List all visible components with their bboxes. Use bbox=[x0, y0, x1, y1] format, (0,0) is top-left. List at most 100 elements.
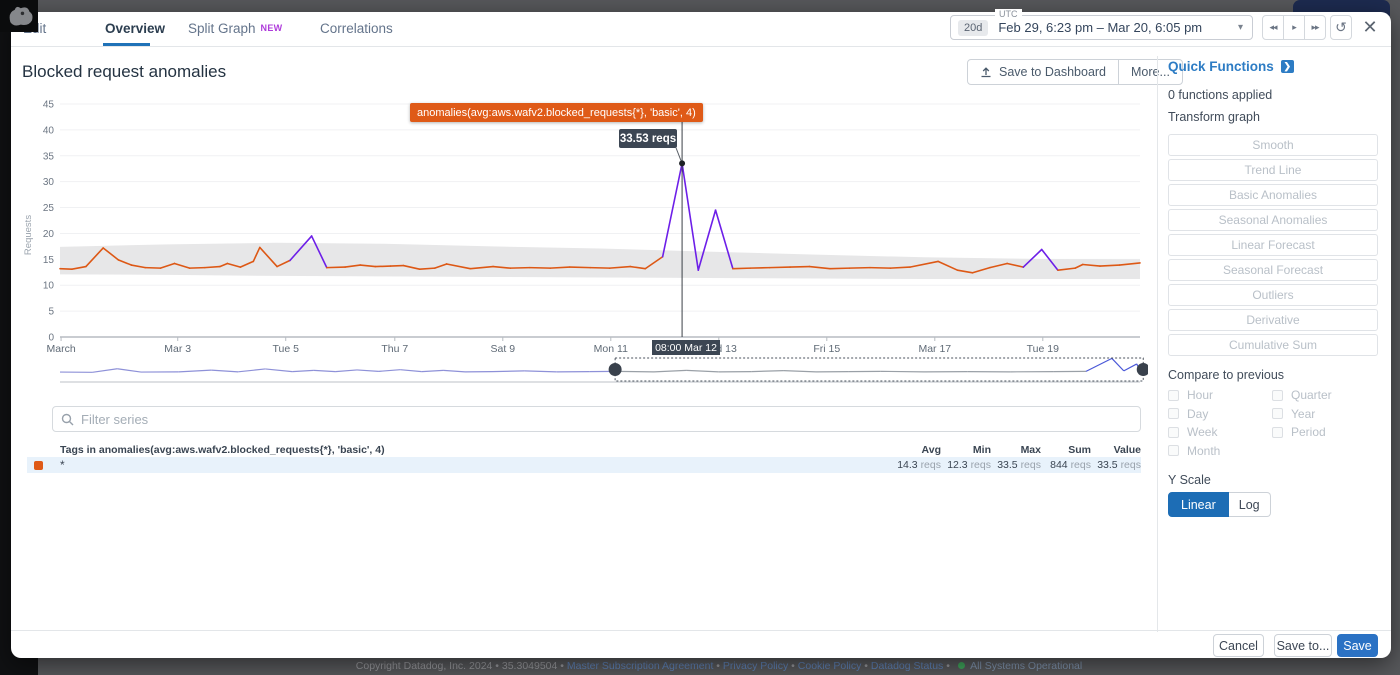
minimap-segment bbox=[524, 371, 556, 372]
checkbox-icon bbox=[1272, 427, 1283, 438]
save-to-button[interactable]: Save to... bbox=[1274, 634, 1332, 657]
app-footer: Copyright Datadog, Inc. 2024 • 35.304950… bbox=[38, 660, 1400, 672]
minimap-segment bbox=[443, 370, 465, 371]
footer-link[interactable]: Datadog Status bbox=[871, 660, 943, 672]
series-line-segment bbox=[570, 267, 591, 268]
minimap-segment bbox=[335, 370, 357, 372]
minimap-segment bbox=[400, 370, 422, 372]
series-line-segment bbox=[550, 267, 569, 268]
filter-series-input[interactable] bbox=[81, 412, 1098, 427]
time-range-badge: 20d bbox=[958, 20, 988, 36]
screen: Copyright Datadog, Inc. 2024 • 35.304950… bbox=[0, 0, 1400, 675]
column-min[interactable]: Min bbox=[941, 444, 991, 456]
transform-button-list: Smooth Trend Line Basic Anomalies Seasonal … bbox=[1168, 134, 1378, 356]
checkbox-period[interactable]: Period bbox=[1272, 425, 1326, 439]
x-tick-label: Mon 11 bbox=[594, 343, 628, 355]
tooltip-value: 33.53 reqs bbox=[619, 129, 677, 148]
time-range-selector[interactable]: UTC 20d Feb 29, 6:23 pm – Mar 20, 6:05 p… bbox=[950, 15, 1253, 40]
header-divider bbox=[11, 46, 1391, 47]
compare-checkbox-grid: Hour Day Week Month Quarter Year Period bbox=[1168, 388, 1378, 468]
checkbox-day[interactable]: Day bbox=[1168, 407, 1208, 421]
vertical-divider bbox=[1157, 56, 1158, 632]
footer-link[interactable]: Privacy Policy bbox=[723, 660, 788, 672]
time-range-text: Feb 29, 6:23 pm – Mar 20, 6:05 pm bbox=[998, 20, 1202, 35]
tab-split-graph[interactable]: Split GraphNEW bbox=[188, 21, 282, 36]
checkbox-hour[interactable]: Hour bbox=[1168, 388, 1213, 402]
column-max[interactable]: Max bbox=[991, 444, 1041, 456]
brush-handle-left[interactable] bbox=[609, 363, 622, 376]
column-value[interactable]: Value bbox=[1091, 444, 1141, 456]
tab-overview[interactable]: Overview bbox=[105, 21, 165, 36]
quick-functions-link[interactable]: Quick Functions ❯ bbox=[1168, 59, 1294, 74]
rewind-button[interactable]: ◂◂ bbox=[1262, 15, 1284, 40]
series-line-segment bbox=[510, 268, 529, 269]
checkbox-icon bbox=[1272, 390, 1283, 401]
y-tick-label: 35 bbox=[43, 151, 55, 162]
checkbox-year[interactable]: Year bbox=[1272, 407, 1315, 421]
yscale-log-button[interactable]: Log bbox=[1229, 492, 1271, 517]
series-line-segment bbox=[390, 266, 403, 267]
series-line-segment bbox=[891, 267, 910, 268]
transform-seasonal-anomalies[interactable]: Seasonal Anomalies bbox=[1168, 209, 1378, 231]
checkbox-week[interactable]: Week bbox=[1168, 425, 1217, 439]
footer-link[interactable]: Cookie Policy bbox=[798, 660, 862, 672]
footer-link[interactable]: Master Subscription Agreement bbox=[567, 660, 714, 672]
transform-outliers[interactable]: Outliers bbox=[1168, 284, 1378, 306]
column-sum[interactable]: Sum bbox=[1041, 444, 1091, 456]
y-tick-label: 5 bbox=[48, 307, 54, 318]
y-tick-label: 0 bbox=[48, 333, 54, 344]
save-button[interactable]: Save bbox=[1337, 634, 1378, 657]
brush-selection[interactable] bbox=[615, 358, 1143, 381]
minimap-segment bbox=[238, 369, 265, 372]
cursor-time-label: 08:00 Mar 12 bbox=[652, 340, 720, 355]
reset-zoom-button[interactable]: ↺ bbox=[1330, 15, 1352, 40]
save-to-dashboard-button[interactable]: Save to Dashboard bbox=[967, 59, 1119, 85]
y-tick-label: 10 bbox=[43, 281, 55, 292]
minimap-segment bbox=[422, 370, 444, 371]
yscale-linear-button[interactable]: Linear bbox=[1168, 492, 1229, 517]
open-panel-icon: ❯ bbox=[1281, 60, 1294, 73]
checkbox-icon bbox=[1168, 408, 1179, 419]
timeseries-chart[interactable]: 051015202530354045RequestsMarchMar 3Tue … bbox=[22, 95, 1148, 387]
close-icon[interactable]: ✕ bbox=[1357, 15, 1383, 40]
play-button[interactable]: ▸ bbox=[1283, 15, 1305, 40]
transform-basic-anomalies[interactable]: Basic Anomalies bbox=[1168, 184, 1378, 206]
series-line-segment bbox=[205, 267, 220, 268]
transform-seasonal-forecast[interactable]: Seasonal Forecast bbox=[1168, 259, 1378, 281]
table-tags-header: Tags in anomalies(avg:aws.wafv2.blocked_… bbox=[60, 444, 385, 456]
brush-handle-right[interactable] bbox=[1137, 363, 1148, 376]
transform-derivative[interactable]: Derivative bbox=[1168, 309, 1378, 331]
tab-correlations[interactable]: Correlations bbox=[320, 21, 393, 36]
functions-applied-text: 0 functions applied bbox=[1168, 88, 1272, 102]
series-line-segment bbox=[145, 268, 160, 269]
tooltip-query: anomalies(avg:aws.wafv2.blocked_requests… bbox=[410, 103, 703, 122]
series-line-segment bbox=[870, 268, 891, 269]
series-line-segment bbox=[790, 267, 809, 268]
transform-cumulative-sum[interactable]: Cumulative Sum bbox=[1168, 334, 1378, 356]
series-line-segment bbox=[770, 267, 791, 268]
x-tick-label: Thu 7 bbox=[381, 343, 408, 355]
minimap-segment bbox=[211, 370, 238, 372]
yscale-toggle: Linear Log bbox=[1168, 492, 1271, 517]
checkbox-quarter[interactable]: Quarter bbox=[1272, 388, 1332, 402]
transform-graph-label: Transform graph bbox=[1168, 110, 1260, 124]
forward-button[interactable]: ▸▸ bbox=[1304, 15, 1326, 40]
series-line-segment bbox=[375, 266, 390, 267]
series-line-segment bbox=[530, 268, 551, 269]
series-line-segment bbox=[830, 268, 849, 269]
cancel-button[interactable]: Cancel bbox=[1213, 634, 1264, 657]
y-axis-label: Requests bbox=[23, 215, 34, 255]
transform-smooth[interactable]: Smooth bbox=[1168, 134, 1378, 156]
checkbox-month[interactable]: Month bbox=[1168, 444, 1220, 458]
minimap-segment bbox=[751, 371, 783, 372]
transform-trend-line[interactable]: Trend Line bbox=[1168, 159, 1378, 181]
minimap-segment bbox=[179, 370, 211, 372]
table-row[interactable]: * 14.3 reqs12.3 reqs33.5 reqs844 reqs33.… bbox=[27, 457, 1141, 473]
cursor-point bbox=[679, 160, 685, 166]
chevron-down-icon: ▾ bbox=[1238, 22, 1243, 33]
checkbox-icon bbox=[1272, 408, 1283, 419]
column-avg[interactable]: Avg bbox=[891, 444, 941, 456]
minimap-segment bbox=[379, 370, 401, 372]
series-color-swatch bbox=[34, 461, 43, 470]
transform-linear-forecast[interactable]: Linear Forecast bbox=[1168, 234, 1378, 256]
